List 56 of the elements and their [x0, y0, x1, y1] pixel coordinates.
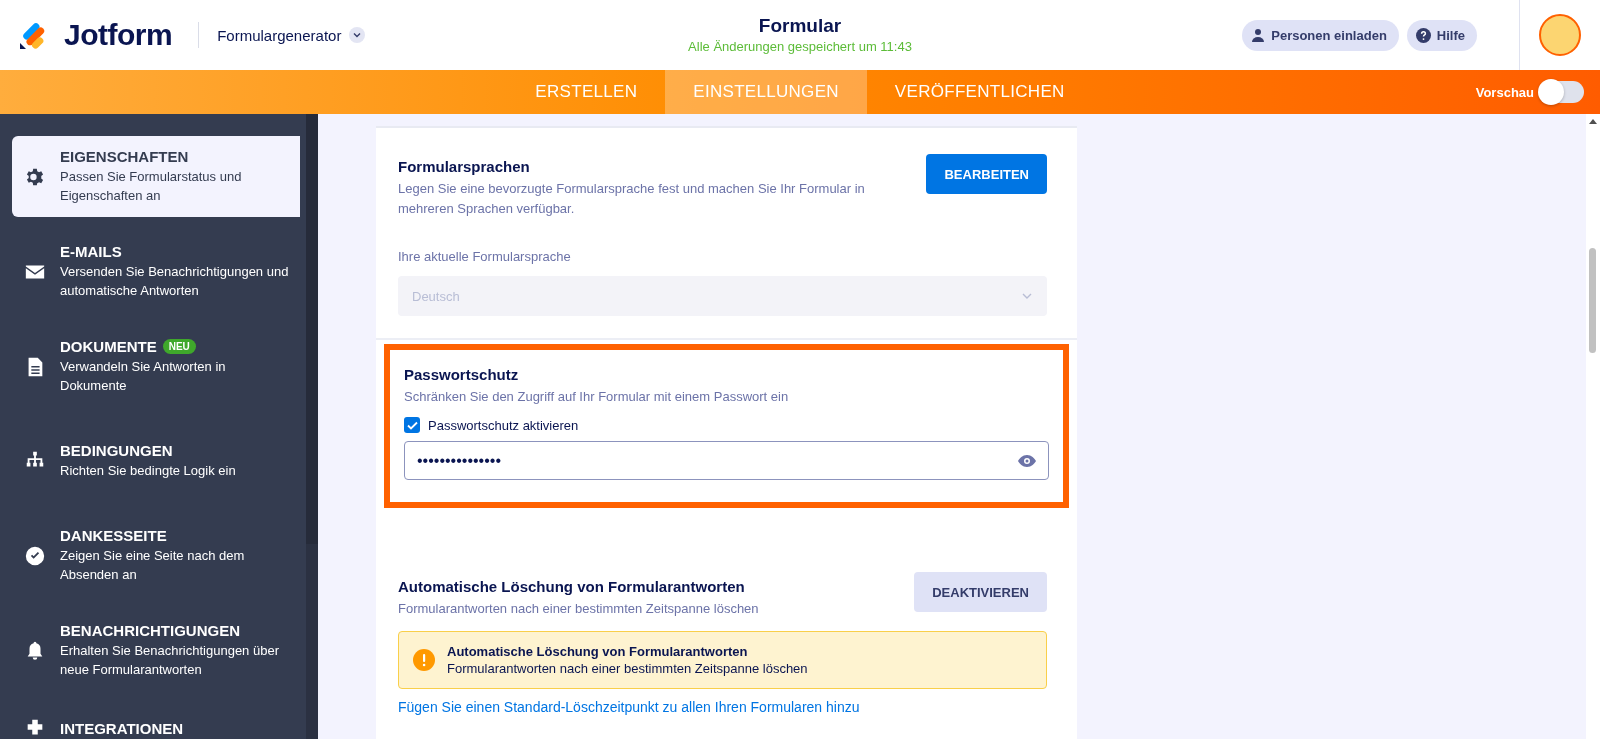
eye-icon[interactable] [1018, 454, 1036, 467]
sidebar-item-title: E-MAILS [60, 243, 122, 260]
section-title: Automatische Löschung von Formularantworten [398, 578, 746, 595]
deactivate-button[interactable]: DEAKTIVIEREN [914, 572, 1047, 612]
section-description: Legen Sie eine bevorzugte Formularsprache fest und machen Sie Ihr Formular in mehreren Sprachen verfügbar. [398, 180, 866, 218]
sidebar-scrollbar[interactable] [306, 114, 318, 739]
logo-wordmark[interactable]: Jotform [64, 18, 173, 52]
sidebar-item-description: Versenden Sie Benachrichtigungen und automatische Antworten [60, 263, 290, 300]
person-icon [1251, 28, 1266, 42]
sidebar-item[interactable]: DOKUMENTE NEU Verwandeln Sie Antworten in Dokumente [12, 326, 300, 407]
sidebar-item-title: DOKUMENTE [60, 338, 157, 355]
sidebar-item[interactable]: BEDINGUNGEN Richten Sie bedingte Logik ein [12, 421, 300, 501]
chevron-down-icon [1021, 292, 1033, 300]
checkbox[interactable] [404, 417, 420, 433]
alert-text: Formularantworten nach einer bestimmten Zeitspanne löschen [447, 661, 808, 676]
alert-title: Automatische Löschung von Formularantworten [447, 644, 749, 659]
sidebar-item-description: Passen Sie Formularstatus und Eigenschaften an [60, 168, 243, 205]
sidebar-item[interactable]: DANKESSEITE Zeigen Sie eine Seite nach dem Absenden an [12, 515, 300, 596]
exclamation-icon [413, 649, 435, 671]
preview-toggle[interactable] [1540, 81, 1584, 103]
section-description: Schränken Sie den Zugriff auf Ihr Formular mit einem Passwort ein [404, 388, 790, 406]
checkbox-label[interactable]: Passwortschutz aktivieren [428, 417, 579, 433]
sidebar-item-title: BENACHRICHTIGUNGEN [60, 622, 240, 639]
password-input[interactable]: ••••••••••••••• [417, 451, 917, 470]
scroll-up-arrow-icon[interactable] [1589, 118, 1597, 124]
save-status: Alle Änderungen gespeichert um 11:43 [688, 39, 912, 54]
scrollbar-thumb[interactable] [306, 114, 318, 544]
form-title: Formular [758, 15, 842, 37]
sidebar-item-title: BEDINGUNGEN [60, 442, 173, 459]
section-description: Formularantworten nach einer bestimmten Zeitspanne löschen [398, 600, 759, 618]
sidebar-item-title: DANKESSEITE [60, 527, 167, 544]
question-mark-icon [1415, 27, 1431, 43]
help-button[interactable]: Hilfe [1406, 19, 1477, 51]
sidebar-item-title: INTEGRATIONEN [60, 719, 184, 737]
sidebar-item[interactable]: INTEGRATIONEN [12, 705, 300, 739]
scrollbar-thumb[interactable] [1589, 248, 1596, 353]
section-title: Passwortschutz [404, 366, 520, 383]
sidebar-item[interactable]: E-MAILS Versenden Sie Benachrichtigungen und automatische Antworten [12, 231, 300, 312]
default-deletion-link[interactable]: Fügen Sie einen Standard-Löschzeitpunkt zu allen Ihren Formularen hinzu [398, 699, 1047, 715]
section-title: Formularsprachen [398, 158, 531, 175]
invite-button[interactable]: Personen einladen [1242, 19, 1399, 51]
sidebar-item-title: EIGENSCHAFTEN [60, 148, 189, 165]
avatar[interactable] [1539, 14, 1581, 56]
sidebar-item-description: Verwandeln Sie Antworten in Dokumente [60, 358, 227, 395]
sidebar-item-description: Richten Sie bedingte Logik ein [60, 462, 236, 480]
preview-label: Vorschau [1475, 84, 1534, 100]
new-badge: NEU [162, 339, 196, 354]
password-field[interactable]: ••••••••••••••• [404, 441, 1049, 480]
builder-dropdown[interactable]: Formulargenerator [217, 26, 366, 44]
page-scrollbar[interactable] [1586, 114, 1600, 739]
chevron-down-icon [349, 27, 366, 43]
sidebar-item-description: Erhalten Sie Benachrichtigungen über neue Formularantworten [60, 642, 280, 679]
sidebar-item[interactable]: EIGENSCHAFTEN Passen Sie Formularstatus und Eigenschaften an [12, 136, 300, 217]
field-label: Ihre aktuelle Formularsprache [398, 249, 572, 264]
sidebar-item[interactable]: BENACHRICHTIGUNGEN Erhalten Sie Benachrichtigungen über neue Formularantworten [12, 610, 300, 691]
sidebar-item-description: Zeigen Sie eine Seite nach dem Absenden an [60, 547, 246, 584]
